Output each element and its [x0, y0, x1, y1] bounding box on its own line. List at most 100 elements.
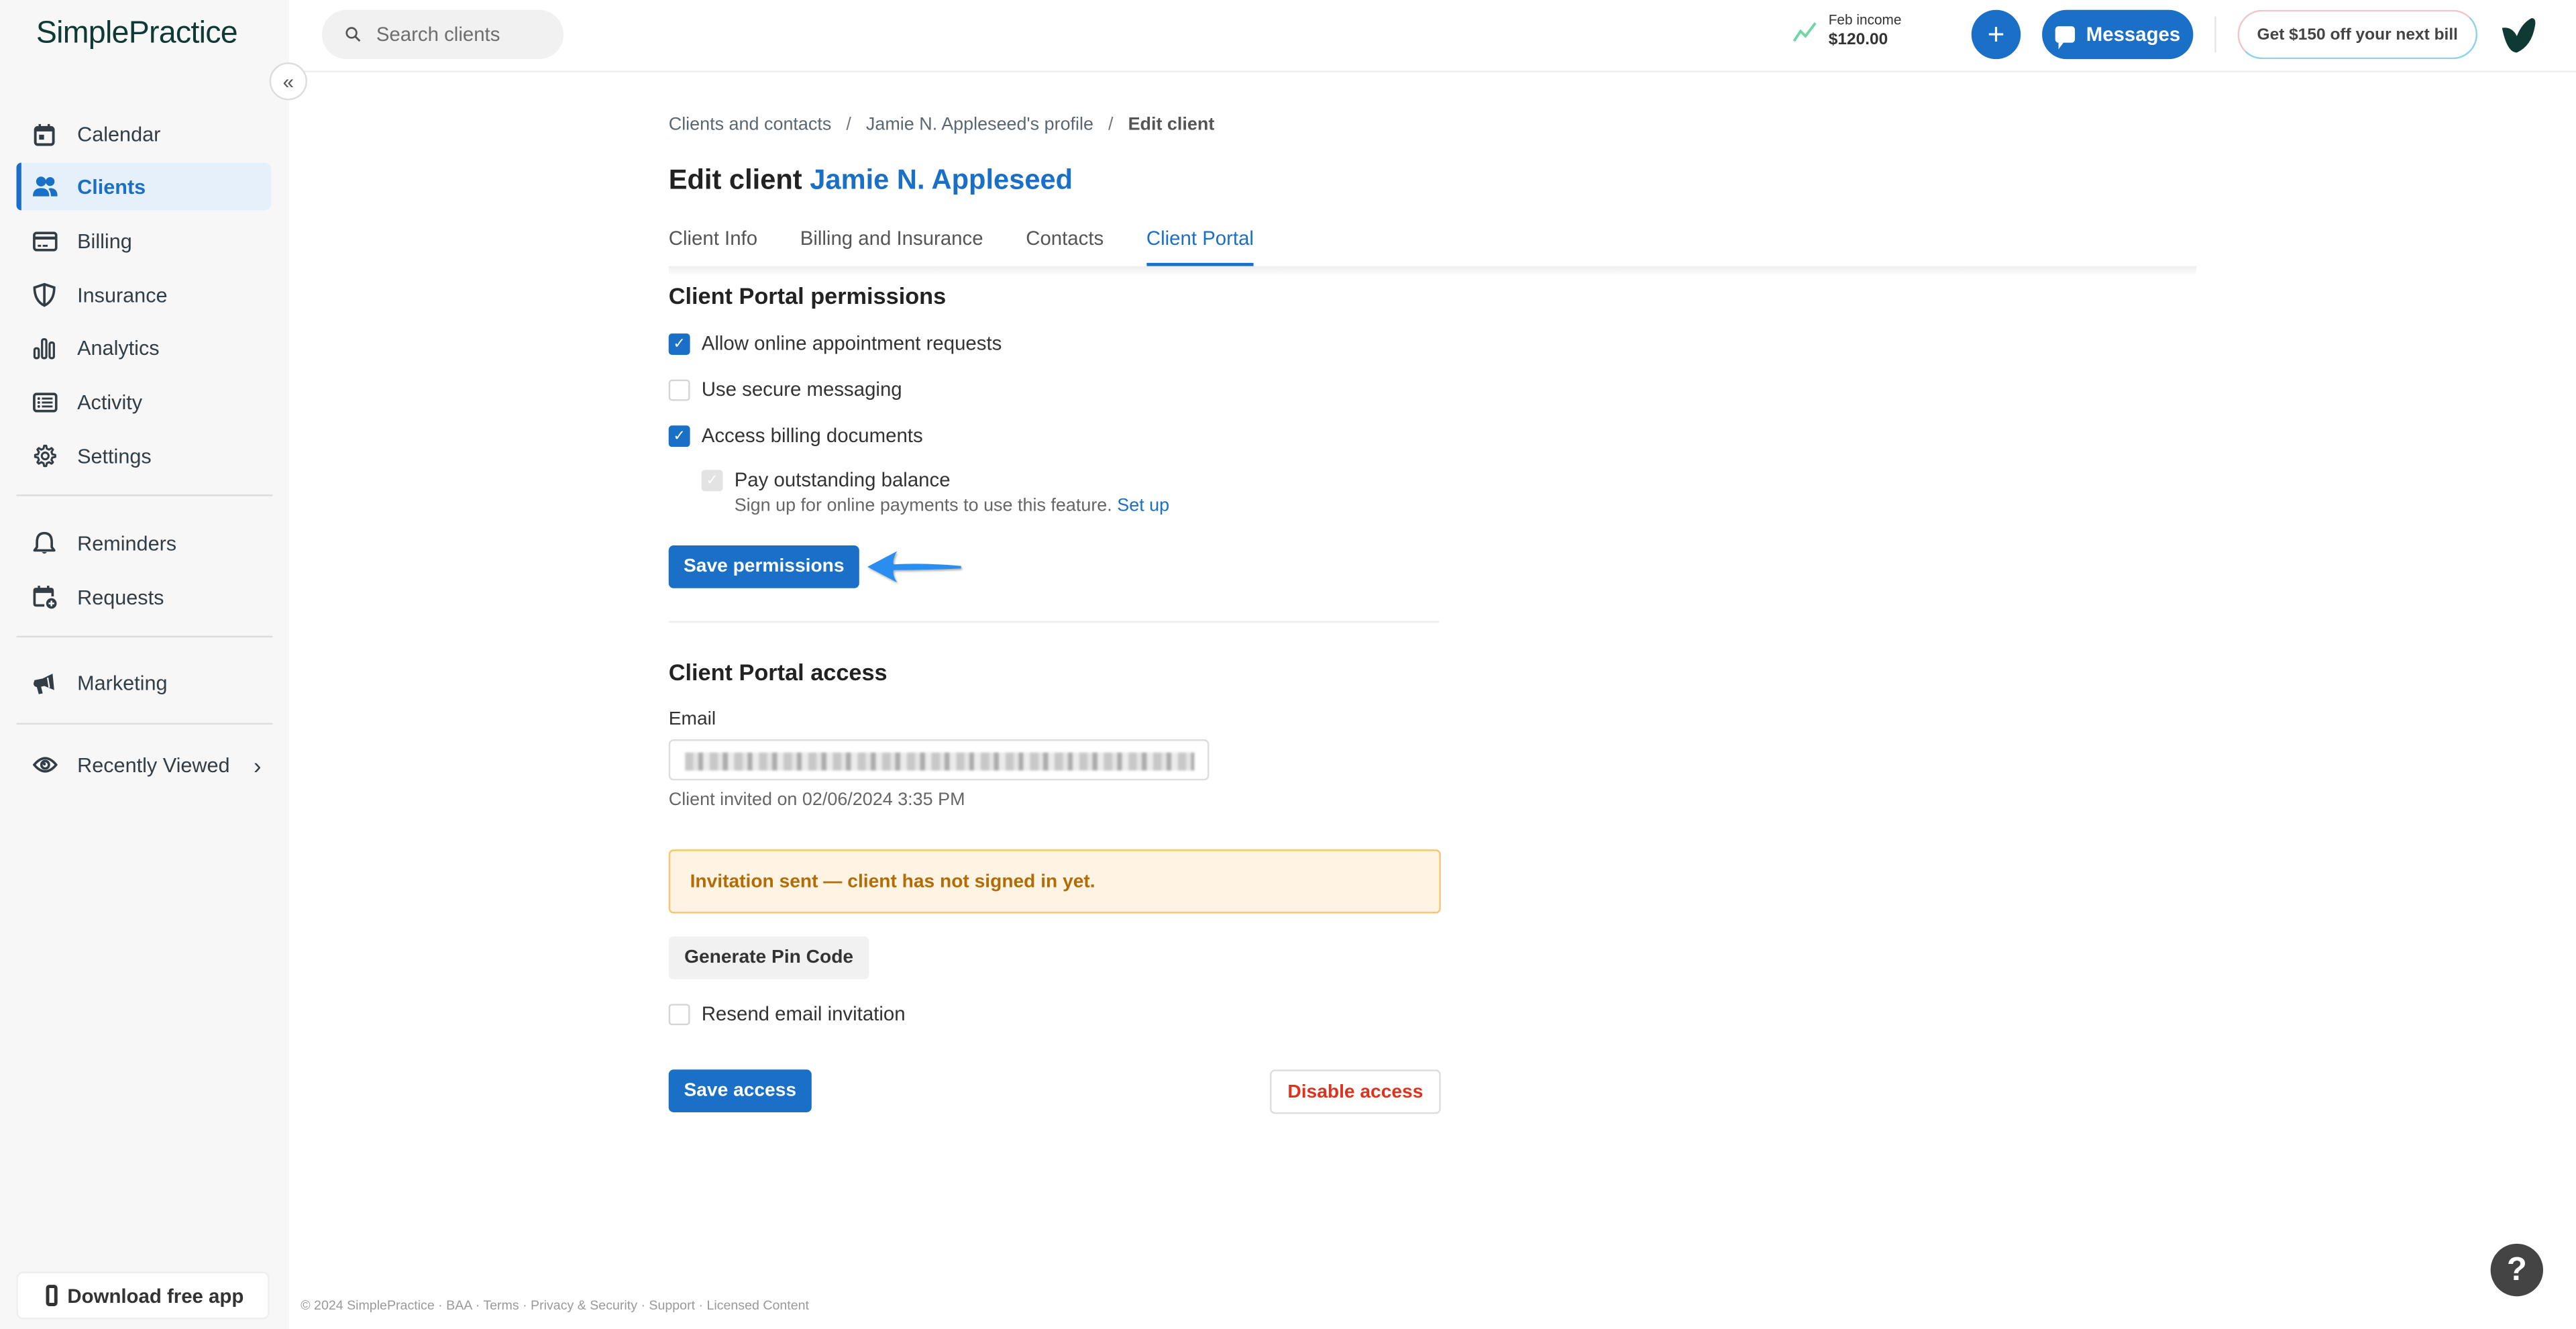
plus-icon: +	[1987, 17, 2005, 50]
sidebar-item-requests[interactable]: Requests	[16, 574, 271, 621]
page-title-prefix: Edit client	[668, 164, 802, 196]
sidebar-item-recently-viewed[interactable]: Recently Viewed ›	[16, 741, 271, 788]
disable-access-button[interactable]: Disable access	[1270, 1069, 1441, 1114]
sidebar-divider	[16, 723, 273, 725]
sidebar-item-label: Marketing	[77, 671, 168, 694]
sidebar-item-billing[interactable]: Billing	[16, 217, 271, 264]
tab-client-portal[interactable]: Client Portal	[1146, 227, 1254, 266]
app-root: SimplePractice Calendar Clients Billing …	[0, 0, 2576, 1329]
message-bubble-icon	[2055, 26, 2075, 50]
checkbox-secure-messaging[interactable]	[668, 378, 690, 401]
checkbox-label: Pay outstanding balance	[734, 468, 951, 492]
checkbox-label: Use secure messaging	[701, 378, 902, 401]
sidebar-item-settings[interactable]: Settings	[16, 432, 271, 480]
sidebar-item-calendar[interactable]: Calendar	[16, 110, 271, 158]
sidebar-item-reminders[interactable]: Reminders	[16, 519, 271, 567]
avatar[interactable]	[2499, 16, 2538, 56]
checkbox-online-appointments[interactable]: ✓	[668, 332, 690, 354]
calendar-icon	[32, 121, 58, 147]
page-title: Edit client Jamie N. Appleseed	[669, 164, 1073, 197]
permission-pay-balance: ✓ Pay outstanding balance	[701, 468, 951, 492]
section-divider	[668, 621, 1440, 623]
tab-contacts[interactable]: Contacts	[1026, 227, 1104, 266]
search-box[interactable]	[322, 9, 564, 60]
shield-icon	[32, 282, 58, 308]
tab-bar-shadow	[668, 266, 2197, 276]
invited-text: Client invited on 02/06/2024 3:35 PM	[668, 790, 965, 810]
set-up-link[interactable]: Set up	[1117, 496, 1169, 516]
checkbox-pay-balance[interactable]: ✓	[701, 469, 723, 491]
permission-billing-documents: ✓ Access billing documents	[668, 424, 923, 447]
question-mark-icon: ?	[2506, 1251, 2527, 1287]
sidebar-item-label: Requests	[77, 586, 164, 609]
collapse-sidebar-button[interactable]: «	[269, 62, 307, 101]
sidebar-item-clients[interactable]: Clients	[16, 162, 272, 211]
checkbox-billing-documents[interactable]: ✓	[668, 425, 690, 446]
email-field[interactable]	[668, 739, 1210, 781]
invitation-alert: Invitation sent — client has not signed …	[668, 849, 1441, 914]
download-app-label: Download free app	[67, 1283, 244, 1308]
footer: © 2024 SimplePractice · BAA · Terms · Pr…	[301, 1297, 809, 1313]
trend-up-icon	[1792, 22, 1817, 42]
help-button[interactable]: ?	[2490, 1243, 2544, 1297]
sidebar-item-activity[interactable]: Activity	[16, 378, 271, 425]
sidebar-item-label: Analytics	[77, 335, 160, 360]
sidebar-item-analytics[interactable]: Analytics	[16, 323, 271, 371]
sidebar-item-marketing[interactable]: Marketing	[16, 659, 271, 706]
checkbox-resend-invitation[interactable]	[668, 1003, 690, 1024]
messages-label: Messages	[2086, 23, 2181, 46]
check-icon: ✓	[706, 470, 718, 488]
checkbox-label: Resend email invitation	[701, 1002, 906, 1026]
tab-bar: Client Info Billing and Insurance Contac…	[669, 227, 1297, 266]
email-label: Email	[668, 709, 716, 730]
credit-card-icon	[32, 227, 58, 254]
tab-billing-and-insurance[interactable]: Billing and Insurance	[800, 227, 983, 266]
save-permissions-button[interactable]: Save permissions	[668, 545, 859, 588]
sidebar-item-label: Activity	[77, 390, 143, 413]
megaphone-icon	[32, 670, 58, 696]
sidebar-item-label: Billing	[77, 229, 132, 252]
income-label: Feb income	[1828, 11, 1902, 28]
messages-button[interactable]: Messages	[2042, 9, 2194, 60]
breadcrumb: Clients and contacts / Jamie N. Appleseed'…	[669, 115, 1215, 134]
access-heading: Client Portal access	[668, 659, 888, 686]
breadcrumb-clients-link[interactable]: Clients and contacts	[669, 115, 832, 134]
topbar-divider	[2214, 16, 2216, 53]
add-button[interactable]: +	[1971, 9, 2021, 60]
list-icon	[32, 388, 58, 415]
sidebar-item-label: Calendar	[77, 122, 161, 146]
logo[interactable]: SimplePractice	[36, 16, 238, 52]
tab-client-info[interactable]: Client Info	[669, 227, 757, 266]
check-icon: ✓	[673, 334, 686, 351]
calendar-plus-icon	[32, 584, 58, 610]
checkbox-label: Allow online appointment requests	[701, 331, 1002, 355]
double-chevron-left-icon: «	[282, 70, 294, 93]
email-redacted-value	[685, 752, 1195, 771]
breadcrumb-profile-link[interactable]: Jamie N. Appleseed's profile	[866, 115, 1093, 134]
sidebar-item-label: Settings	[77, 444, 152, 468]
bell-icon	[32, 530, 58, 556]
permission-online-appointments: ✓ Allow online appointment requests	[668, 331, 1002, 355]
sidebar-divider	[16, 635, 273, 638]
sidebar-item-label: Insurance	[77, 283, 168, 307]
resend-invitation-row: Resend email invitation	[668, 1002, 906, 1026]
sidebar-item-insurance[interactable]: Insurance	[16, 271, 271, 319]
sidebar-item-label: Clients	[77, 174, 146, 199]
logo-text: SimplePractice	[36, 16, 238, 51]
bar-chart-icon	[32, 334, 58, 360]
breadcrumb-separator: /	[1108, 115, 1114, 135]
phone-icon	[46, 1285, 58, 1306]
save-access-button[interactable]: Save access	[668, 1069, 812, 1112]
breadcrumb-current: Edit client	[1128, 115, 1215, 135]
payments-hint: Sign up for online payments to use this …	[735, 496, 1169, 516]
income-value: $120.00	[1828, 31, 1888, 50]
sidebar-divider	[16, 494, 273, 496]
income-widget[interactable]: Feb income $120.00	[1792, 11, 1902, 51]
sidebar-item-label: Reminders	[77, 531, 177, 555]
sidebar-item-label: Recently Viewed	[77, 753, 230, 777]
generate-pin-button[interactable]: Generate Pin Code	[668, 936, 869, 979]
gear-icon	[32, 443, 58, 469]
promo-button[interactable]: Get $150 off your next bill	[2237, 9, 2478, 60]
search-input[interactable]	[376, 23, 541, 46]
download-app-button[interactable]: Download free app	[16, 1271, 270, 1320]
